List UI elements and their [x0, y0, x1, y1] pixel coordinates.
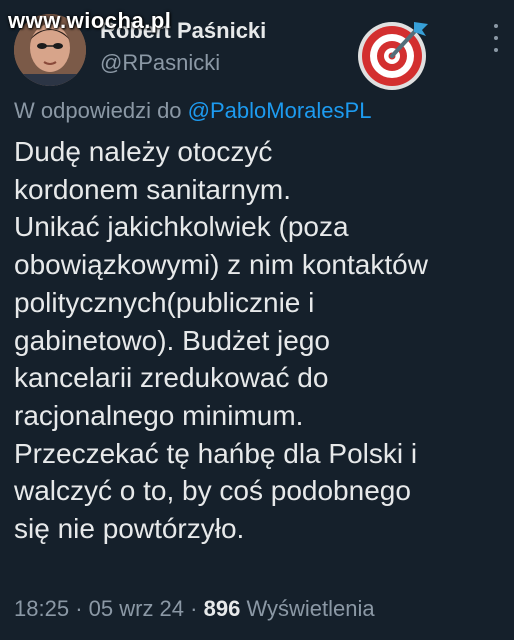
- site-watermark: www.wiocha.pl: [8, 8, 172, 33]
- body-line: się nie powtórzyło.: [14, 513, 245, 545]
- tweet-time[interactable]: 18:25: [14, 596, 69, 621]
- tweet: www.wiocha.pl Robert Paśnicki @RPasnicki: [0, 0, 514, 640]
- body-line: politycznych(publicznie i: [14, 286, 315, 318]
- body-line: kancelarii zredukować do: [14, 362, 329, 394]
- meta-separator: ·: [190, 596, 198, 621]
- meta-separator: ·: [75, 596, 83, 621]
- views-label: Wyświetlenia: [246, 596, 375, 621]
- tweet-meta: 18:25 · 05 wrz 24 · 896 Wyświetlenia: [14, 596, 375, 622]
- reply-prefix: W odpowiedzi do: [14, 98, 182, 123]
- author-handle[interactable]: @RPasnicki: [100, 50, 220, 76]
- body-line: obowiązkowymi) z nim kontaktów: [14, 249, 428, 281]
- body-line: gabinetowo). Budżet jego: [14, 324, 330, 356]
- body-line: Dudę należy otoczyć: [14, 136, 273, 167]
- body-line: Przeczekać tę hańbę dla Polski i: [14, 437, 418, 469]
- body-line: kordonem sanitarnym.: [14, 173, 292, 205]
- tweet-date[interactable]: 05 wrz 24: [89, 596, 184, 621]
- tweet-body: Dudę należy otoczyć kordonem sanitarnym.…: [14, 133, 510, 548]
- more-options-icon[interactable]: [486, 24, 506, 52]
- views-count: 896: [203, 596, 241, 621]
- reply-context: W odpowiedzi do @PabloMoralesPL: [14, 98, 371, 124]
- body-line: racjonalnego minimum.: [14, 399, 304, 431]
- body-line: walczyć o to, by coś podobnego: [14, 475, 411, 507]
- direct-hit-target-icon: [352, 14, 432, 94]
- reply-to-link[interactable]: @PabloMoralesPL: [188, 98, 372, 123]
- body-line: Unikać jakichkolwiek (poza: [14, 211, 349, 243]
